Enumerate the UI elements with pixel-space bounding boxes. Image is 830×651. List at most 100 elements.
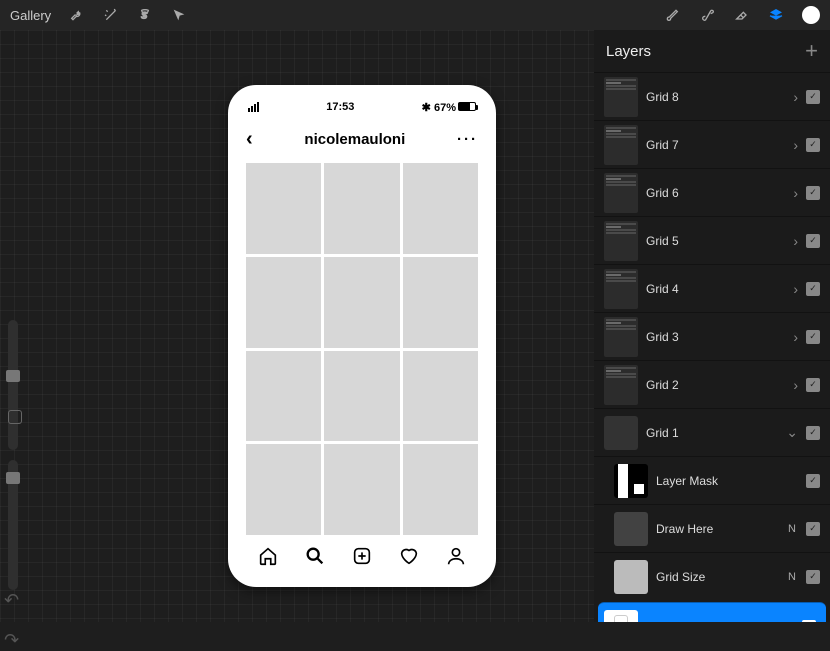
chevron-right-icon[interactable]: › xyxy=(793,377,798,393)
visibility-checkbox[interactable]: ✓ xyxy=(806,186,820,200)
undo-icon[interactable]: ↶ xyxy=(4,590,19,611)
blend-mode[interactable]: N xyxy=(788,571,796,583)
visibility-checkbox[interactable]: ✓ xyxy=(806,138,820,152)
layer-row-selected[interactable]: Layer 1N✓ xyxy=(598,602,826,622)
grid-cell xyxy=(403,444,478,535)
grid-cell xyxy=(324,351,399,442)
arrow-icon[interactable] xyxy=(171,7,187,23)
phone-mockup: 17:53 ✱ 67% ‹ nicolemauloni ··· xyxy=(228,85,496,587)
layer-row[interactable]: Grid 6 › ✓ xyxy=(594,168,830,216)
grid-cell xyxy=(246,351,321,442)
chevron-down-icon[interactable]: ⌄ xyxy=(786,424,798,441)
grid-cell xyxy=(324,163,399,254)
brush-icon[interactable] xyxy=(666,7,682,23)
gallery-button[interactable]: Gallery xyxy=(10,8,51,23)
photo-grid xyxy=(246,163,478,535)
layer-label: Grid 2 xyxy=(646,378,785,392)
layer-thumb xyxy=(614,512,648,546)
signal-icon xyxy=(248,102,259,112)
visibility-checkbox[interactable]: ✓ xyxy=(806,378,820,392)
smudge-icon[interactable] xyxy=(700,7,716,23)
wand-icon[interactable] xyxy=(103,7,119,23)
layer-thumb xyxy=(614,560,648,594)
redo-icon[interactable]: ↶ xyxy=(4,630,19,651)
layer-label: Grid 1 xyxy=(646,426,778,440)
layer-row[interactable]: Grid Size N ✓ xyxy=(594,552,830,600)
layer-label: Grid 6 xyxy=(646,186,785,200)
color-picker[interactable] xyxy=(802,6,820,24)
layer-label: Grid Size xyxy=(656,570,780,584)
layer-row[interactable]: Grid 4 › ✓ xyxy=(594,264,830,312)
layer-thumb xyxy=(604,416,638,450)
layer-thumb xyxy=(604,317,638,357)
layer-label: Grid 8 xyxy=(646,90,785,104)
layer-label: Grid 7 xyxy=(646,138,785,152)
add-icon[interactable] xyxy=(351,545,373,572)
svg-text:S: S xyxy=(141,10,148,20)
more-icon[interactable]: ··· xyxy=(457,131,478,148)
profile-icon[interactable] xyxy=(445,545,467,572)
panel-title: Layers xyxy=(606,43,651,60)
layer-row[interactable]: Draw Here N ✓ xyxy=(594,504,830,552)
visibility-checkbox[interactable]: ✓ xyxy=(806,474,820,488)
layer-label: Layer Mask xyxy=(656,474,798,488)
modifier-button[interactable] xyxy=(8,410,22,424)
layers-icon[interactable] xyxy=(768,7,784,23)
layer-thumb xyxy=(604,610,638,623)
chevron-right-icon[interactable]: › xyxy=(793,233,798,249)
brush-size-slider[interactable] xyxy=(8,320,18,450)
search-icon[interactable] xyxy=(304,545,326,572)
visibility-checkbox[interactable]: ✓ xyxy=(806,282,820,296)
opacity-handle[interactable] xyxy=(6,472,20,484)
layer-label: Draw Here xyxy=(656,522,780,536)
canvas-area[interactable]: ↶ ↶ 17:53 ✱ 67% ‹ nicolemauloni ··· xyxy=(0,30,594,622)
status-time: 17:53 xyxy=(326,101,354,113)
blend-mode[interactable]: N xyxy=(788,523,796,535)
home-icon[interactable] xyxy=(257,545,279,572)
layer-thumb xyxy=(604,173,638,213)
layers-panel: Layers + Grid 8 › ✓ Grid 7 › ✓ Grid 6 › ✓ Grid… xyxy=(594,30,830,622)
brush-size-handle[interactable] xyxy=(6,370,20,382)
grid-cell xyxy=(324,257,399,348)
bottom-nav xyxy=(228,539,496,587)
visibility-checkbox[interactable]: ✓ xyxy=(806,234,820,248)
profile-header: ‹ nicolemauloni ··· xyxy=(228,119,496,159)
visibility-checkbox[interactable]: ✓ xyxy=(806,330,820,344)
visibility-checkbox[interactable]: ✓ xyxy=(806,426,820,440)
layer-row[interactable]: Grid 8 › ✓ xyxy=(594,72,830,120)
layer-row[interactable]: Grid 2 › ✓ xyxy=(594,360,830,408)
layer-row[interactable]: Grid 3›✓ xyxy=(594,312,830,360)
layer-thumb xyxy=(604,125,638,165)
back-icon[interactable]: ‹ xyxy=(246,129,253,149)
grid-cell xyxy=(246,163,321,254)
heart-icon[interactable] xyxy=(398,545,420,572)
chevron-right-icon[interactable]: › xyxy=(793,137,798,153)
grid-cell xyxy=(403,351,478,442)
layer-thumb xyxy=(614,464,648,498)
visibility-checkbox[interactable]: ✓ xyxy=(806,570,820,584)
grid-cell xyxy=(403,163,478,254)
layer-label: Grid 4 xyxy=(646,282,785,296)
layer-row[interactable]: Grid 1 ⌄ ✓ xyxy=(594,408,830,456)
profile-username: nicolemauloni xyxy=(304,131,405,148)
layer-thumb xyxy=(604,269,638,309)
layer-row[interactable]: Grid 7 › ✓ xyxy=(594,120,830,168)
status-bar: 17:53 ✱ 67% xyxy=(228,95,496,119)
layer-row[interactable]: Grid 5›✓ xyxy=(594,216,830,264)
add-layer-icon[interactable]: + xyxy=(805,38,818,64)
chevron-right-icon[interactable]: › xyxy=(793,281,798,297)
selection-icon[interactable]: S xyxy=(137,7,153,23)
status-battery: ✱ 67% xyxy=(422,101,476,114)
layer-row[interactable]: Layer Mask ✓ xyxy=(594,456,830,504)
eraser-icon[interactable] xyxy=(734,7,750,23)
visibility-checkbox[interactable]: ✓ xyxy=(806,90,820,104)
grid-cell xyxy=(246,444,321,535)
chevron-right-icon[interactable]: › xyxy=(793,89,798,105)
grid-cell xyxy=(403,257,478,348)
chevron-right-icon[interactable]: › xyxy=(793,329,798,345)
visibility-checkbox[interactable]: ✓ xyxy=(806,522,820,536)
layer-thumb xyxy=(604,77,638,117)
top-toolbar: Gallery S xyxy=(0,0,830,30)
wrench-icon[interactable] xyxy=(69,7,85,23)
chevron-right-icon[interactable]: › xyxy=(793,185,798,201)
